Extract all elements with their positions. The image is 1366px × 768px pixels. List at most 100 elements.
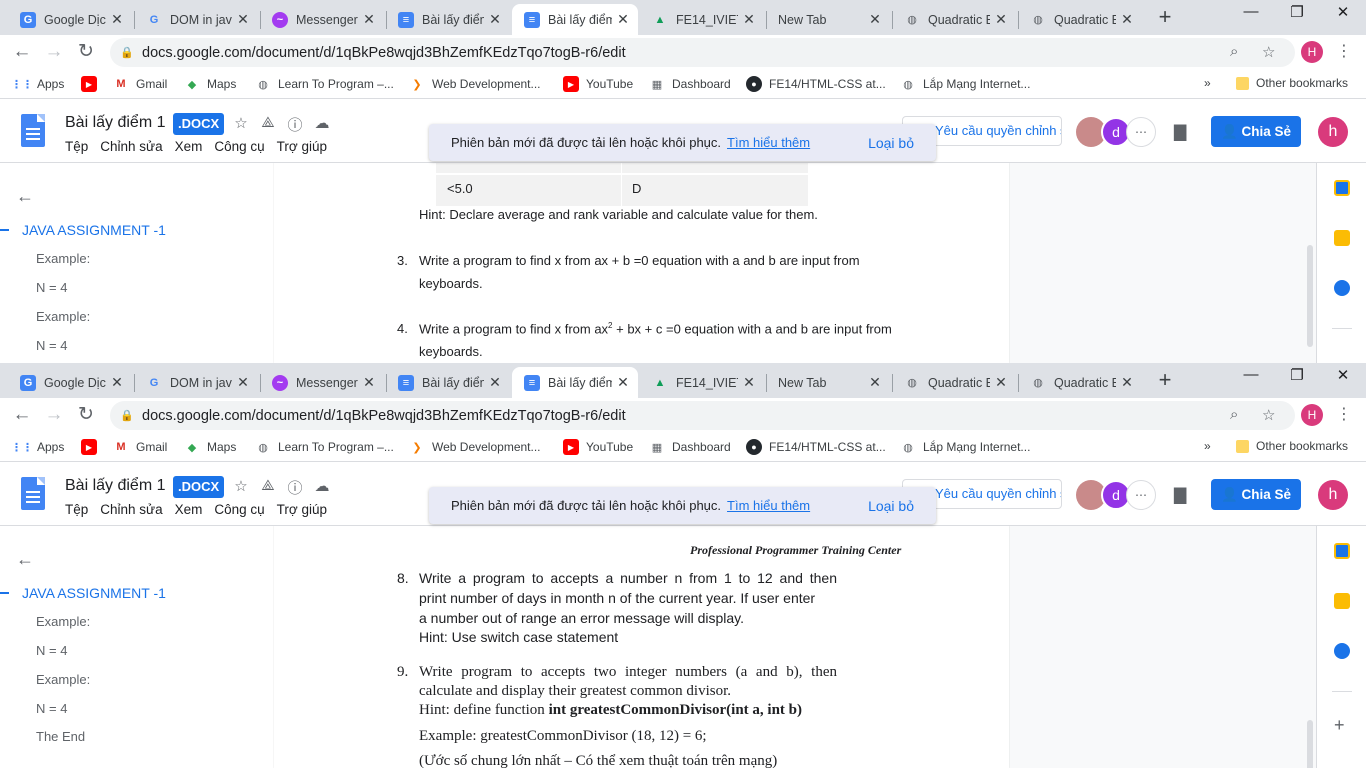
bookmarks-overflow-icon[interactable]: » — [1204, 76, 1211, 90]
close-icon[interactable]: ✕ — [1120, 374, 1134, 391]
close-icon[interactable]: ✕ — [868, 374, 882, 391]
minimize-icon[interactable]: — — [1236, 366, 1266, 383]
bookmark-lap-mang[interactable]: ◍ Lắp Mạng Internet... — [900, 76, 1030, 92]
menu-view[interactable]: Xem — [175, 502, 203, 517]
tasks-icon[interactable] — [1334, 280, 1350, 296]
menu-edit[interactable]: Chỉnh sửa — [100, 139, 162, 154]
learn-more-link[interactable]: Tìm hiểu thêm — [727, 135, 810, 150]
share-button[interactable]: 👤 Chia Sẻ — [1211, 479, 1301, 510]
menu-file[interactable]: Tệp — [65, 139, 88, 154]
tab-new-tab[interactable]: New Tab ✕ — [766, 367, 890, 398]
bookmark-other[interactable]: Other bookmarks — [1236, 76, 1348, 90]
tasks-icon[interactable] — [1334, 643, 1350, 659]
menu-view[interactable]: Xem — [175, 139, 203, 154]
outline-item[interactable]: Example: — [36, 251, 90, 266]
address-bar[interactable]: 🔒 docs.google.com/document/d/1qBkPe8wqjd3… — [110, 401, 1295, 430]
bookmark-other[interactable]: Other bookmarks — [1236, 439, 1348, 453]
close-window-icon[interactable]: ✕ — [1328, 366, 1358, 384]
outline-item[interactable]: N = 4 — [36, 643, 67, 658]
tab-messenger[interactable]: ~ Messenger ✕ — [260, 4, 384, 35]
bookmark-learn-to-program[interactable]: ◍ Learn To Program –... — [255, 76, 394, 92]
forward-icon[interactable]: → — [42, 403, 66, 427]
more-collaborators-icon[interactable]: ⋯ — [1126, 117, 1156, 147]
bookmark-youtube[interactable]: ▶ YouTube — [563, 76, 633, 92]
profile-avatar[interactable]: H — [1301, 41, 1323, 63]
bookmark-gmail[interactable]: M Gmail — [113, 76, 167, 92]
outline-item[interactable]: Example: — [36, 672, 90, 687]
close-icon[interactable]: ✕ — [362, 374, 376, 391]
profile-avatar[interactable]: H — [1301, 404, 1323, 426]
docs-logo-icon[interactable] — [21, 477, 45, 510]
minimize-icon[interactable]: — — [1236, 3, 1266, 20]
tab-google-translate[interactable]: G Google Dịch ✕ — [8, 367, 132, 398]
address-bar[interactable]: 🔒 docs.google.com/document/d/1qBkPe8wqjd3… — [110, 38, 1295, 67]
comment-icon[interactable]: ▇ — [1174, 485, 1186, 505]
tab-messenger[interactable]: ~ Messenger ✕ — [260, 367, 384, 398]
document-title[interactable]: Bài lấy điểm 1 — [65, 114, 166, 132]
bookmark-github[interactable]: ● FE14/HTML-CSS at... — [746, 76, 886, 92]
bookmark-web-dev[interactable]: ❯ Web Development... — [409, 439, 540, 455]
back-arrow-icon[interactable]: ← — [16, 186, 34, 207]
back-arrow-icon[interactable]: ← — [16, 549, 34, 570]
keep-icon[interactable] — [1334, 230, 1350, 246]
dismiss-button[interactable]: Loại bỏ — [868, 135, 914, 151]
back-icon[interactable]: ← — [10, 403, 34, 427]
back-icon[interactable]: ← — [10, 40, 34, 64]
close-icon[interactable]: ✕ — [868, 11, 882, 28]
bookmark-github[interactable]: ● FE14/HTML-CSS at... — [746, 439, 886, 455]
star-icon[interactable]: ☆ — [232, 114, 250, 132]
bookmark-apps[interactable]: ⋮⋮ Apps — [11, 76, 64, 92]
learn-more-link[interactable]: Tìm hiểu thêm — [727, 498, 810, 513]
menu-icon[interactable]: ⋮ — [1336, 41, 1352, 61]
menu-icon[interactable]: ⋮ — [1336, 404, 1352, 424]
outline-heading[interactable]: JAVA ASSIGNMENT -1 — [0, 585, 166, 601]
close-icon[interactable]: ✕ — [362, 11, 376, 28]
outline-heading[interactable]: JAVA ASSIGNMENT -1 — [0, 222, 166, 238]
user-avatar[interactable]: h — [1318, 480, 1348, 510]
tab-dom-javascript[interactable]: G DOM in javascript ✕ — [134, 367, 258, 398]
bookmark-apps[interactable]: ⋮⋮ Apps — [11, 439, 64, 455]
tab-quadratic-1[interactable]: ◍ Quadratic Equation ✕ — [892, 367, 1016, 398]
tab-docs-active[interactable]: ≡ Bài lấy điểm 1 ✕ — [512, 4, 638, 35]
bookmark-gmail[interactable]: M Gmail — [113, 439, 167, 455]
tab-drive[interactable]: ▲ FE14_IVIETTECH ✕ — [640, 4, 764, 35]
menu-edit[interactable]: Chỉnh sửa — [100, 502, 162, 517]
document-title[interactable]: Bài lấy điểm 1 — [65, 477, 166, 495]
dismiss-button[interactable]: Loại bỏ — [868, 498, 914, 514]
tab-quadratic-2[interactable]: ◍ Quadratic Equation ✕ — [1018, 4, 1142, 35]
drive-move-icon[interactable]: ⟁ — [259, 114, 277, 131]
more-collaborators-icon[interactable]: ⋯ — [1126, 480, 1156, 510]
close-icon[interactable]: ✕ — [110, 374, 124, 391]
close-icon[interactable]: ✕ — [742, 374, 756, 391]
calendar-icon[interactable] — [1334, 180, 1350, 196]
tab-quadratic-1[interactable]: ◍ Quadratic Equation ✕ — [892, 4, 1016, 35]
bookmark-maps[interactable]: ◆ Maps — [184, 76, 237, 92]
forward-icon[interactable]: → — [42, 40, 66, 64]
menu-help[interactable]: Trợ giúp — [277, 502, 327, 517]
tab-docs-active[interactable]: ≡ Bài lấy điểm 1 ✕ — [512, 367, 638, 398]
bookmark-youtube-icon[interactable]: ▶ — [81, 439, 104, 455]
maximize-icon[interactable]: ❐ — [1282, 366, 1312, 384]
bookmark-web-dev[interactable]: ❯ Web Development... — [409, 76, 540, 92]
tab-dom-javascript[interactable]: G DOM in javascript ✕ — [134, 4, 258, 35]
close-icon[interactable]: ✕ — [488, 11, 502, 28]
bookmark-youtube[interactable]: ▶ YouTube — [563, 439, 633, 455]
close-icon[interactable]: ✕ — [236, 11, 250, 28]
info-icon[interactable]: ⓘ — [286, 114, 304, 135]
docs-logo-icon[interactable] — [21, 114, 45, 147]
bookmark-dashboard[interactable]: ▦ Dashboard — [649, 76, 731, 92]
bookmark-youtube-icon[interactable]: ▶ — [81, 76, 104, 92]
tab-new-tab[interactable]: New Tab ✕ — [766, 4, 890, 35]
tab-docs-1[interactable]: ≡ Bài lấy điểm 1 ✕ — [386, 367, 510, 398]
bookmark-dashboard[interactable]: ▦ Dashboard — [649, 439, 731, 455]
new-tab-button[interactable]: + — [1153, 6, 1177, 30]
outline-item[interactable]: N = 4 — [36, 701, 67, 716]
star-icon[interactable]: ☆ — [1262, 43, 1275, 61]
comment-icon[interactable]: ▇ — [1174, 122, 1186, 142]
outline-item[interactable]: N = 4 — [36, 338, 67, 353]
menu-help[interactable]: Trợ giúp — [277, 139, 327, 154]
star-icon[interactable]: ☆ — [232, 477, 250, 495]
tab-drive[interactable]: ▲ FE14_IVIETTECH ✕ — [640, 367, 764, 398]
share-button[interactable]: 👤 Chia Sẻ — [1211, 116, 1301, 147]
tab-quadratic-2[interactable]: ◍ Quadratic Equation ✕ — [1018, 367, 1142, 398]
